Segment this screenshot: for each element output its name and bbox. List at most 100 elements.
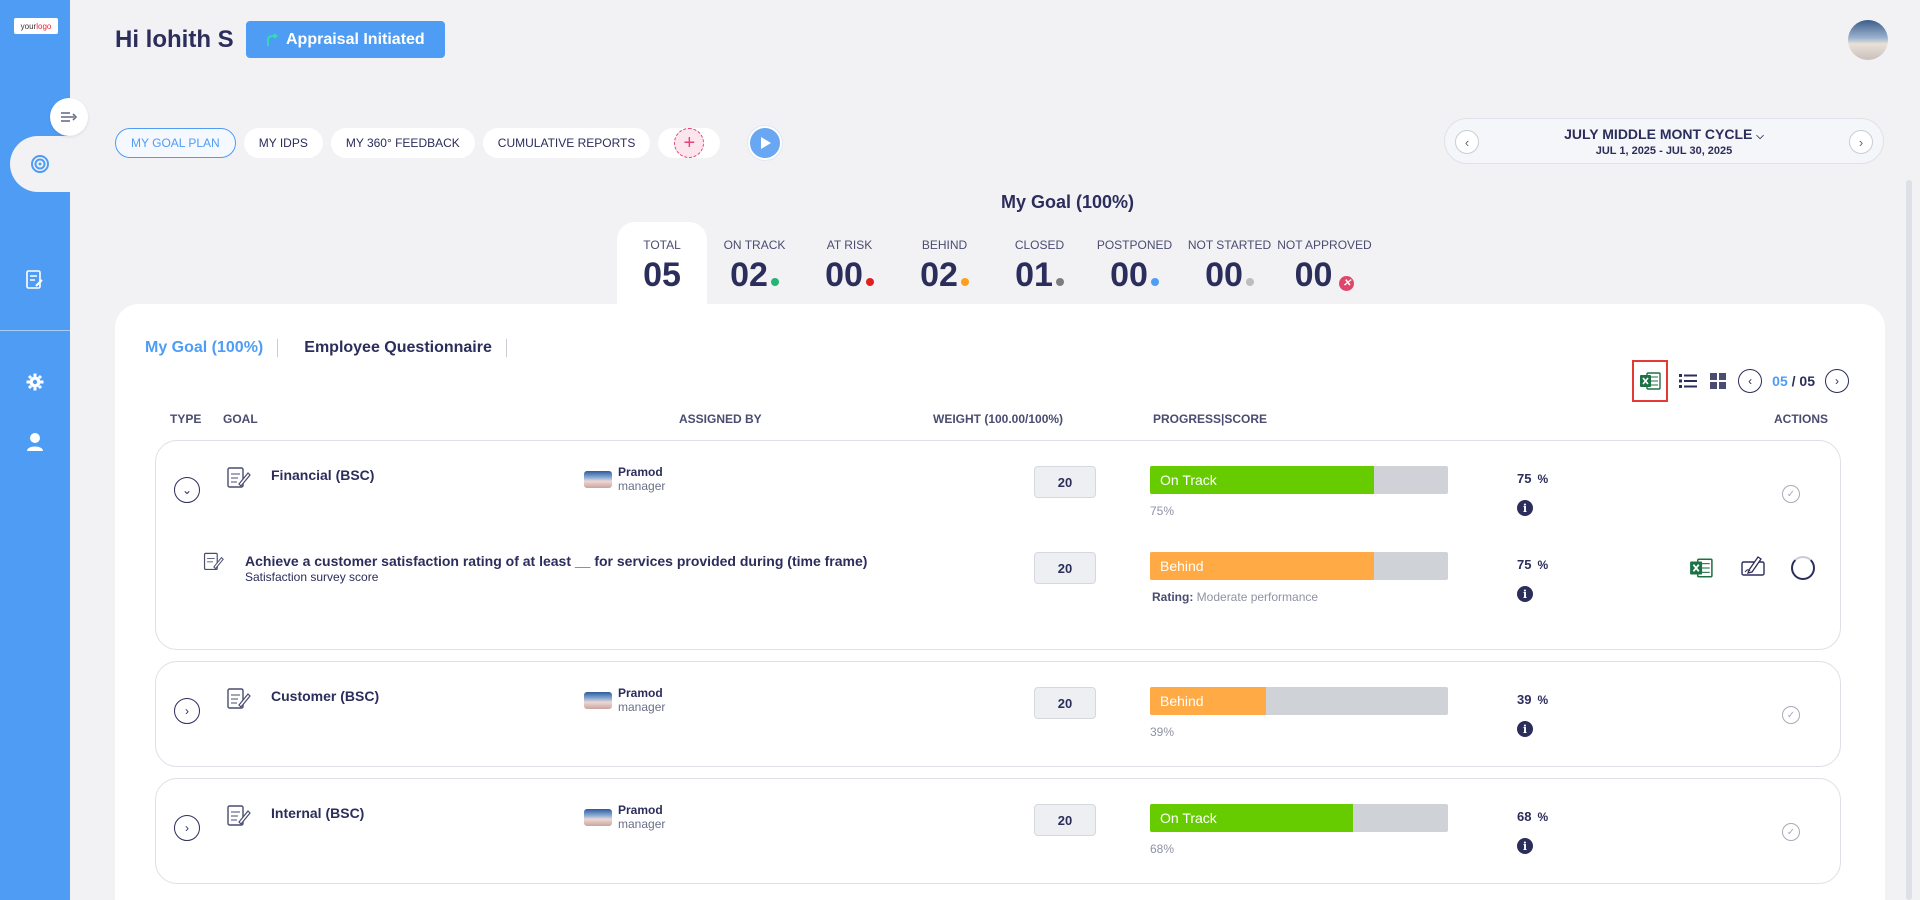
add-tab-button[interactable]: + xyxy=(658,128,721,158)
info-icon[interactable]: i xyxy=(1517,838,1533,854)
main-tabs: MY GOAL PLAN MY IDPS MY 360° FEEDBACK CU… xyxy=(115,126,783,160)
assigner-avatar xyxy=(584,691,612,709)
stat-at-risk[interactable]: AT RISK 00 xyxy=(802,222,897,304)
progress-caption: 75% xyxy=(1150,504,1175,518)
goals-panel: My Goal (100%) Employee Questionnaire ‹ … xyxy=(115,304,1885,900)
stat-label: BEHIND xyxy=(921,238,968,252)
progress-fill: On Track xyxy=(1150,804,1353,832)
approve-check-icon[interactable]: ✓ xyxy=(1782,823,1800,841)
subgoal-export-excel-button[interactable] xyxy=(1688,555,1714,581)
stat-not-started[interactable]: NOT STARTED 00 xyxy=(1182,222,1277,304)
main-panel: Hi lohith S Appraisal Initiated MY GOAL … xyxy=(70,0,1920,900)
user-avatar[interactable] xyxy=(1848,20,1888,60)
grid-view-button[interactable] xyxy=(1708,371,1728,391)
chevron-left-icon: ‹ xyxy=(1748,374,1753,388)
cycle-dates: JUL 1, 2025 - JUL 30, 2025 xyxy=(1595,145,1733,157)
goal-sub-tabs: My Goal (100%) Employee Questionnaire xyxy=(145,339,533,357)
subtab-my-goal[interactable]: My Goal (100%) xyxy=(145,339,279,357)
assigner-name: Pramod xyxy=(618,803,663,817)
progress-fill: On Track xyxy=(1150,466,1374,494)
stat-label: TOTAL xyxy=(643,238,681,252)
rating-label: Rating: xyxy=(1152,590,1194,604)
sidebar-item-settings[interactable] xyxy=(24,371,46,393)
status-dot-icon xyxy=(1245,278,1254,286)
previous-page-button[interactable]: ‹ xyxy=(1738,369,1763,393)
appraisal-status-badge[interactable]: Appraisal Initiated xyxy=(246,21,445,58)
stat-total[interactable]: TOTAL 05 xyxy=(617,222,707,304)
play-tour-button[interactable] xyxy=(748,126,783,160)
stat-label: NOT STARTED xyxy=(1187,238,1272,252)
subgoal-rating: Rating: Moderate performance xyxy=(1152,590,1318,604)
cycle-title[interactable]: JULY MIDDLE MONT CYCLE ⌵ xyxy=(1445,126,1883,142)
goal-weight: 20 xyxy=(1034,687,1096,719)
export-excel-button[interactable] xyxy=(1632,360,1669,402)
stat-closed[interactable]: CLOSED 01 xyxy=(992,222,1087,304)
sidebar-item-goals[interactable] xyxy=(10,136,70,192)
sidebar-item-profile[interactable] xyxy=(24,431,46,453)
stat-label: POSTPONED xyxy=(1096,238,1173,252)
goal-title[interactable]: Customer (BSC) xyxy=(271,688,379,704)
score-unit: % xyxy=(1537,693,1549,707)
subgoal-title[interactable]: Achieve a customer satisfaction rating o… xyxy=(245,553,867,569)
appraisal-status-label: Appraisal Initiated xyxy=(286,30,425,48)
stat-behind[interactable]: BEHIND 02 xyxy=(897,222,992,304)
status-dot-icon xyxy=(865,278,874,286)
stat-label: ON TRACK xyxy=(723,238,786,252)
sidebar-item-reviews[interactable] xyxy=(24,269,46,291)
goal-title[interactable]: Internal (BSC) xyxy=(271,805,364,821)
progress-status: Behind xyxy=(1160,693,1204,709)
column-goal: GOAL xyxy=(223,412,258,426)
excel-icon xyxy=(1640,372,1661,390)
goal-title[interactable]: Financial (BSC) xyxy=(271,467,374,483)
info-icon[interactable]: i xyxy=(1517,500,1533,516)
cycle-selector: ‹ JULY MIDDLE MONT CYCLE ⌵ JUL 1, 2025 -… xyxy=(1444,118,1884,164)
edit-signature-icon xyxy=(1741,556,1765,576)
info-icon[interactable]: i xyxy=(1517,586,1533,602)
sidebar-collapse-button[interactable] xyxy=(50,98,88,136)
tab-cumulative-reports[interactable]: CUMULATIVE REPORTS xyxy=(482,128,651,158)
list-view-button[interactable] xyxy=(1678,371,1698,391)
score-value: 75 xyxy=(1517,557,1532,572)
info-icon[interactable]: i xyxy=(1517,721,1533,737)
column-progress-score: PROGRESS|SCORE xyxy=(1153,412,1268,426)
progress-status: On Track xyxy=(1160,810,1217,826)
stat-not-approved[interactable]: NOT APPROVED 00 ✕ xyxy=(1277,222,1372,304)
collapse-goal-button[interactable]: ⌄ xyxy=(174,477,200,503)
view-toolbar: ‹ 05 / 05 › xyxy=(1632,360,1849,402)
subtab-employee-questionnaire[interactable]: Employee Questionnaire xyxy=(304,339,507,357)
score-unit: % xyxy=(1537,472,1549,486)
stat-label: AT RISK xyxy=(826,238,873,252)
progress-bar: Behind xyxy=(1150,687,1448,715)
assigned-by: Pramod manager xyxy=(584,465,665,494)
grid-view-icon xyxy=(1710,373,1727,389)
stat-on-track[interactable]: ON TRACK 02 xyxy=(707,222,802,304)
progress-bar: On Track xyxy=(1150,466,1448,494)
next-cycle-button[interactable]: › xyxy=(1849,130,1873,154)
goal-score: 39% xyxy=(1517,692,1548,707)
tab-my-goal-plan[interactable]: MY GOAL PLAN xyxy=(115,128,236,158)
progress-fill: Behind xyxy=(1150,552,1374,580)
approve-check-icon[interactable]: ✓ xyxy=(1782,485,1800,503)
stat-label: NOT APPROVED xyxy=(1277,238,1372,252)
stat-postponed[interactable]: POSTPONED 00 xyxy=(1087,222,1182,304)
assigned-by: Pramod manager xyxy=(584,686,665,715)
page-indicator: 05 / 05 xyxy=(1772,373,1815,389)
tab-my-idps[interactable]: MY IDPS xyxy=(243,128,323,158)
page-current: 05 xyxy=(1772,373,1788,389)
goal-summary-heading: My Goal (100%) xyxy=(1000,192,1135,212)
tab-my-360-feedback[interactable]: MY 360° FEEDBACK xyxy=(330,128,475,158)
next-page-button[interactable]: › xyxy=(1825,369,1849,393)
stat-value: 00 xyxy=(825,256,863,294)
expand-goal-button[interactable]: › xyxy=(174,815,200,841)
chevron-down-icon: ⌵ xyxy=(1756,131,1764,142)
vertical-scrollbar[interactable] xyxy=(1906,180,1912,900)
subgoal-edit-button[interactable] xyxy=(1740,553,1766,579)
score-unit: % xyxy=(1537,810,1549,824)
score-unit: % xyxy=(1537,558,1549,572)
goal-score: 68% xyxy=(1517,809,1548,824)
goal-weight: 20 xyxy=(1034,466,1096,498)
column-actions: ACTIONS xyxy=(1774,412,1828,426)
approve-check-icon[interactable]: ✓ xyxy=(1782,706,1800,724)
progress-status: On Track xyxy=(1160,472,1217,488)
expand-goal-button[interactable]: › xyxy=(174,698,200,724)
